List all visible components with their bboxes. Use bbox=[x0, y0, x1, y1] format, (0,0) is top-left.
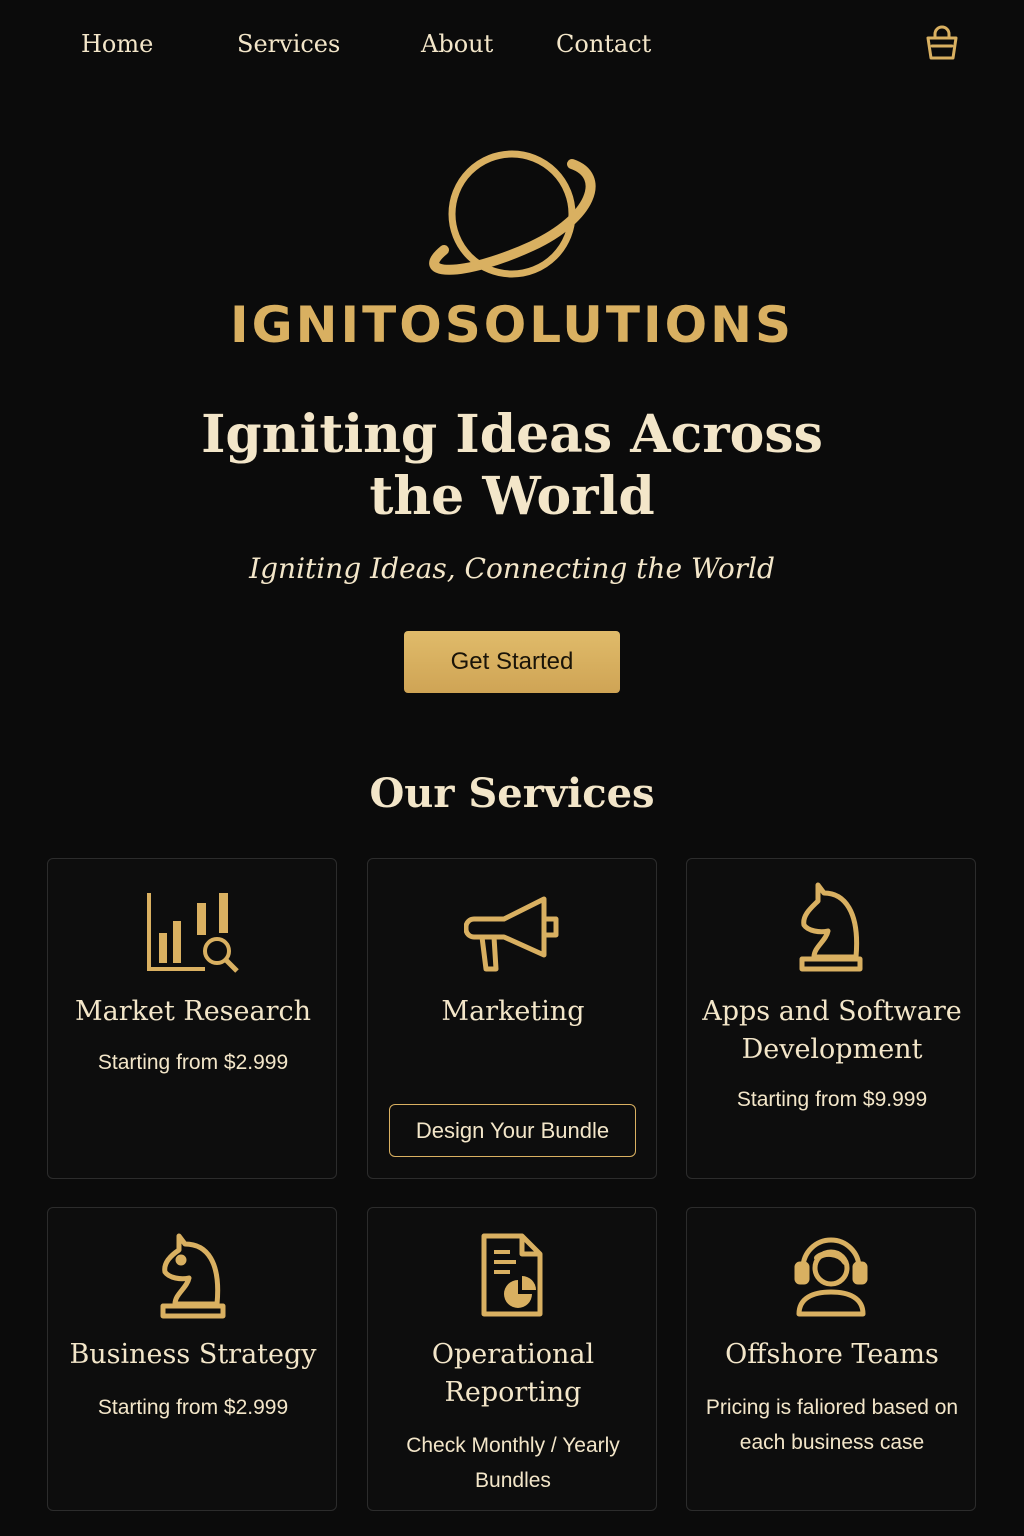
design-your-bundle-button[interactable]: Design Your Bundle bbox=[389, 1104, 636, 1157]
nav-home-link[interactable]: Home bbox=[81, 30, 153, 58]
service-price: Starting from $9.999 bbox=[736, 1088, 928, 1111]
top-nav: Home Services About Contact bbox=[0, 0, 1024, 92]
service-card-business-strategy[interactable]: Business Strategy Starting from $2.999 bbox=[47, 1207, 337, 1511]
service-title: Apps and Software Development bbox=[702, 996, 962, 1065]
service-title: Offshore Teams bbox=[725, 1339, 939, 1370]
service-price: Starting from $2.999 bbox=[97, 1396, 289, 1419]
service-title: Market Research bbox=[74, 996, 312, 1027]
service-card-market-research[interactable]: Market Research Starting from $2.999 bbox=[47, 858, 337, 1179]
hero-title: Igniting Ideas Across the World bbox=[201, 404, 823, 527]
chess-knight-icon bbox=[157, 1232, 227, 1325]
nav-about-link[interactable]: About bbox=[421, 30, 493, 58]
hero-subtitle: Igniting Ideas, Connecting the World bbox=[249, 552, 775, 585]
nav-services-link[interactable]: Services bbox=[237, 30, 340, 58]
service-price: Starting from $2.999 bbox=[97, 1051, 289, 1074]
headset-agent-icon bbox=[793, 1232, 869, 1323]
service-price: Check Monthly / Yearly Bundles bbox=[406, 1434, 620, 1492]
planet-ring-icon bbox=[422, 146, 602, 286]
service-card-operational-reporting[interactable]: Operational Reporting Check Monthly / Ye… bbox=[367, 1207, 657, 1511]
megaphone-icon bbox=[463, 895, 560, 978]
report-document-icon bbox=[480, 1232, 544, 1323]
bar-chart-magnifier-icon bbox=[145, 891, 239, 978]
service-price: Pricing is faliored based on each busine… bbox=[705, 1396, 959, 1454]
nav-contact-link[interactable]: Contact bbox=[556, 30, 651, 58]
service-card-marketing[interactable]: Marketing Design Your Bundle bbox=[367, 858, 657, 1179]
service-title: Operational Reporting bbox=[431, 1339, 595, 1408]
brand-name: IGNITOSOLUTIONS bbox=[230, 296, 794, 354]
service-card-apps-software[interactable]: Apps and Software Development Starting f… bbox=[686, 858, 976, 1179]
service-card-offshore-teams[interactable]: Offshore Teams Pricing is faliored based… bbox=[686, 1207, 976, 1511]
services-heading: Our Services bbox=[369, 770, 655, 817]
service-title: Marketing bbox=[441, 996, 585, 1027]
chess-knight-icon bbox=[798, 881, 864, 978]
shopping-bag-icon[interactable] bbox=[922, 24, 962, 64]
get-started-button[interactable]: Get Started bbox=[404, 631, 620, 693]
service-title: Business Strategy bbox=[69, 1339, 317, 1370]
